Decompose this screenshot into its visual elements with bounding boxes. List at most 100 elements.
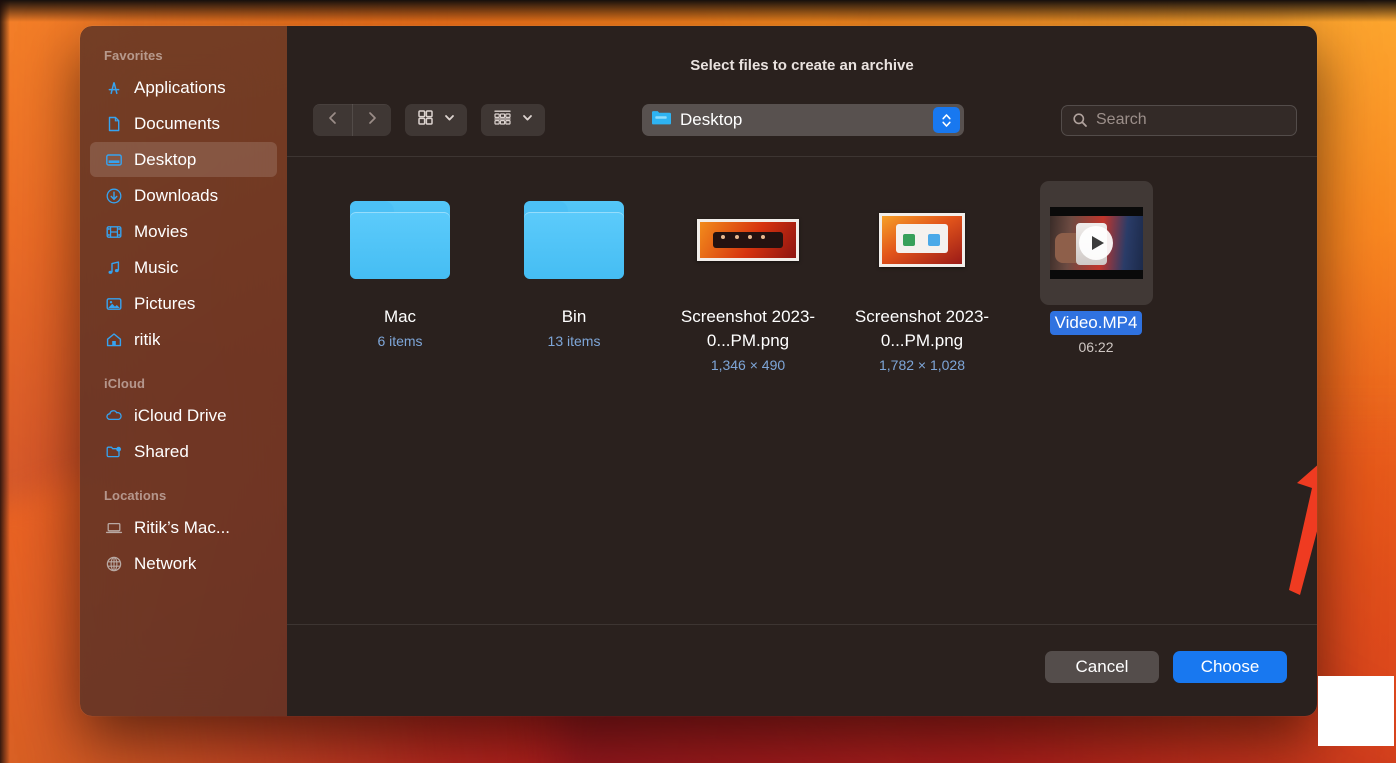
sidebar-item-label: ritik xyxy=(134,329,161,349)
pictures-icon xyxy=(104,294,124,314)
path-popup-label: Desktop xyxy=(680,110,743,129)
forward-button[interactable] xyxy=(352,104,391,136)
sidebar-group-locations-title: Locations xyxy=(104,488,167,503)
search-icon xyxy=(1072,112,1088,128)
chevron-left-icon xyxy=(326,111,340,130)
chevron-down-icon xyxy=(521,111,534,129)
back-button[interactable] xyxy=(313,104,352,136)
sidebar-item-applications[interactable]: Applications xyxy=(90,70,277,105)
sidebar-group-favorites-title: Favorites xyxy=(104,48,163,63)
download-icon xyxy=(104,186,124,206)
sidebar-item-label: Downloads xyxy=(134,185,219,205)
sidebar-item-label: Ritik’s Mac... xyxy=(134,517,231,537)
file-item-screenshot-1[interactable]: Screenshot 2023-0...PM.png 1,346 × 490 xyxy=(661,181,835,376)
file-meta: 06:22 xyxy=(1078,339,1114,355)
sidebar-item-label: Documents xyxy=(134,113,220,133)
sidebar-item-this-mac[interactable]: Ritik’s Mac... xyxy=(90,510,277,545)
file-browser-area[interactable]: Mac 6 items Bin 13 items Screenshot 2023… xyxy=(287,157,1317,624)
file-grid: Mac 6 items Bin 13 items Screenshot 2023… xyxy=(287,181,1317,376)
folder-icon xyxy=(350,201,450,279)
sidebar-group-icloud-title: iCloud xyxy=(104,376,146,391)
sidebar-item-label: Network xyxy=(134,553,197,573)
image-thumbnail xyxy=(879,213,965,267)
sidebar-item-documents[interactable]: Documents xyxy=(90,106,277,141)
file-name: Mac xyxy=(383,307,417,326)
overlay-white-block xyxy=(1318,676,1394,746)
sidebar-item-network[interactable]: Network xyxy=(90,546,277,581)
folder-icon xyxy=(651,109,671,131)
file-item-mac[interactable]: Mac 6 items xyxy=(313,181,487,376)
file-picker-dialog: Favorites Applications Documents Desktop… xyxy=(80,26,1317,716)
cloud-icon xyxy=(104,406,124,426)
sidebar-item-label: Applications xyxy=(134,77,226,97)
wallpaper-top-shade xyxy=(0,0,1396,22)
sidebar-item-home[interactable]: ritik xyxy=(90,322,277,357)
file-name: Screenshot 2023-0...PM.png xyxy=(854,307,990,350)
folder-icon xyxy=(524,201,624,279)
home-icon xyxy=(104,330,124,350)
search-input[interactable]: Search xyxy=(1061,104,1297,136)
file-item-video[interactable]: Video.MP4 06:22 xyxy=(1009,181,1183,376)
file-thumbnail xyxy=(683,181,813,299)
sidebar-item-desktop[interactable]: Desktop xyxy=(90,142,277,177)
file-name: Screenshot 2023-0...PM.png xyxy=(680,307,816,350)
applications-icon xyxy=(104,78,124,98)
chevron-right-icon xyxy=(365,111,379,130)
file-name: Bin xyxy=(561,307,587,326)
file-item-screenshot-2[interactable]: Screenshot 2023-0...PM.png 1,782 × 1,028 xyxy=(835,181,1009,376)
sidebar-item-shared[interactable]: Shared xyxy=(90,434,277,469)
sidebar-item-label: Movies xyxy=(134,221,188,241)
search-placeholder: Search xyxy=(1096,111,1147,128)
path-popup-button[interactable]: Desktop xyxy=(642,104,964,136)
shared-folder-icon xyxy=(104,442,124,462)
file-thumbnail xyxy=(509,181,639,299)
sidebar-item-pictures[interactable]: Pictures xyxy=(90,286,277,321)
document-icon xyxy=(104,114,124,134)
laptop-icon xyxy=(104,518,124,538)
image-thumbnail xyxy=(697,219,799,261)
desktop-icon xyxy=(104,150,124,170)
sidebar-item-icloud-drive[interactable]: iCloud Drive xyxy=(90,398,277,433)
globe-icon xyxy=(104,554,124,574)
dialog-main-panel: Select files to create an archive Deskto… xyxy=(287,26,1317,716)
red-arrow-annotation xyxy=(1289,465,1317,595)
choose-button[interactable]: Choose xyxy=(1173,650,1287,683)
toolbar: Desktop Search xyxy=(287,84,1317,157)
chevron-down-icon xyxy=(443,111,456,129)
file-name-selected: Video.MP4 xyxy=(1049,311,1143,335)
grid-view-icon xyxy=(417,109,434,131)
file-meta: 13 items xyxy=(547,333,601,349)
sidebar-item-downloads[interactable]: Downloads xyxy=(90,178,277,213)
dialog-bottom-bar: Cancel Choose xyxy=(287,624,1317,716)
stepper-updown-icon[interactable] xyxy=(933,107,960,133)
file-meta: 6 items xyxy=(377,333,423,349)
dialog-titlebar: Select files to create an archive xyxy=(287,26,1317,84)
file-meta: 1,782 × 1,028 xyxy=(878,357,966,373)
movies-icon xyxy=(104,222,124,242)
video-thumbnail xyxy=(1049,207,1143,279)
play-icon xyxy=(1079,226,1113,260)
sidebar: Favorites Applications Documents Desktop… xyxy=(80,26,287,716)
sidebar-item-music[interactable]: Music xyxy=(90,250,277,285)
group-by-icon xyxy=(493,109,512,131)
music-icon xyxy=(104,258,124,278)
file-meta: 1,346 × 490 xyxy=(710,357,786,373)
navigation-segmented-control xyxy=(313,104,391,136)
cancel-button[interactable]: Cancel xyxy=(1045,650,1159,683)
sidebar-item-movies[interactable]: Movies xyxy=(90,214,277,249)
view-options-button[interactable] xyxy=(405,104,467,136)
group-by-button[interactable] xyxy=(481,104,545,136)
sidebar-item-label: Desktop xyxy=(134,149,197,169)
wallpaper-left-shade xyxy=(0,0,10,763)
file-item-bin[interactable]: Bin 13 items xyxy=(487,181,661,376)
sidebar-item-label: iCloud Drive xyxy=(134,405,227,425)
file-thumbnail-selected xyxy=(1039,181,1153,305)
sidebar-item-label: Pictures xyxy=(134,293,196,313)
sidebar-item-label: Music xyxy=(134,257,179,277)
file-thumbnail xyxy=(335,181,465,299)
file-thumbnail xyxy=(857,181,987,299)
sidebar-item-label: Shared xyxy=(134,441,189,461)
dialog-title: Select files to create an archive xyxy=(690,57,914,74)
